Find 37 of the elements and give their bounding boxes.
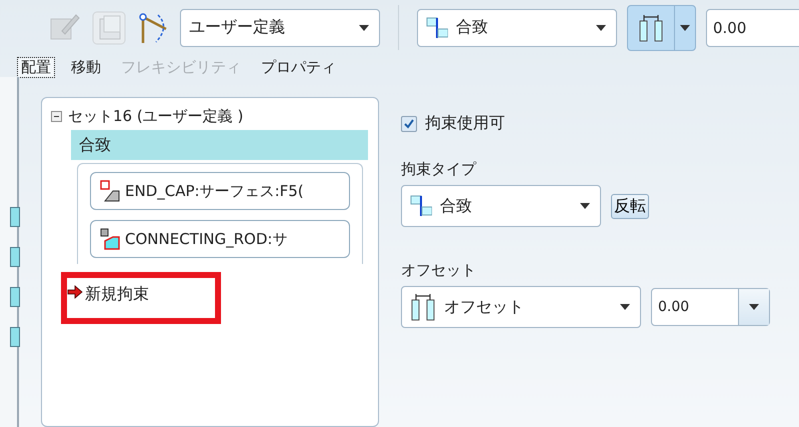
caret-icon	[580, 203, 590, 209]
checkmark-icon	[403, 118, 415, 130]
caret-icon	[749, 304, 759, 310]
flip-button[interactable]: 反転	[611, 194, 649, 218]
offset-icon	[410, 292, 436, 322]
part-surface-icon	[99, 227, 121, 251]
tree-item[interactable]: セット16 (ユーザー定義 )	[68, 106, 244, 126]
offset-icon	[638, 12, 664, 42]
field-label: オフセット	[401, 261, 477, 280]
constraint-type-dropdown[interactable]: 合致	[401, 185, 601, 227]
checkbox-label: 拘束使用可	[425, 113, 505, 134]
caret-icon	[620, 304, 630, 310]
reference-item[interactable]: END_CAP:サーフェス:F5(	[90, 172, 350, 210]
tab[interactable]: プロパティ	[258, 58, 339, 77]
tab[interactable]: 移動	[68, 58, 104, 77]
part-surface-icon	[99, 179, 121, 203]
reference-item[interactable]: CONNECTING_ROD:サ	[90, 220, 350, 258]
constraint-item[interactable]: 合致	[71, 130, 368, 160]
offset-split-button[interactable]	[627, 4, 696, 50]
collapse-toggle[interactable]	[51, 110, 62, 122]
reference-label: END_CAP:サーフェス:F5(	[125, 182, 304, 200]
offset-value-field[interactable]: 0.00	[706, 8, 799, 46]
arrow-icon	[67, 284, 83, 300]
set-type-dropdown[interactable]: ユーザー定義	[180, 8, 380, 46]
offset-value-field[interactable]: 0.00	[651, 288, 770, 326]
mate-icon	[426, 16, 448, 38]
caret-icon	[596, 24, 606, 30]
offset-type-dropdown[interactable]: オフセット	[401, 286, 641, 328]
field-label: 拘束タイプ	[401, 160, 478, 179]
new-constraint-item[interactable]: 新規拘束	[85, 284, 149, 305]
checkbox[interactable]	[401, 116, 417, 132]
tab[interactable]: 配置	[18, 58, 54, 77]
caret-icon	[680, 24, 690, 30]
caret-icon	[359, 24, 369, 30]
mate-icon	[410, 195, 432, 217]
reference-label: CONNECTING_ROD:サ	[125, 230, 288, 248]
constraint-type-dropdown[interactable]: 合致	[417, 8, 617, 46]
